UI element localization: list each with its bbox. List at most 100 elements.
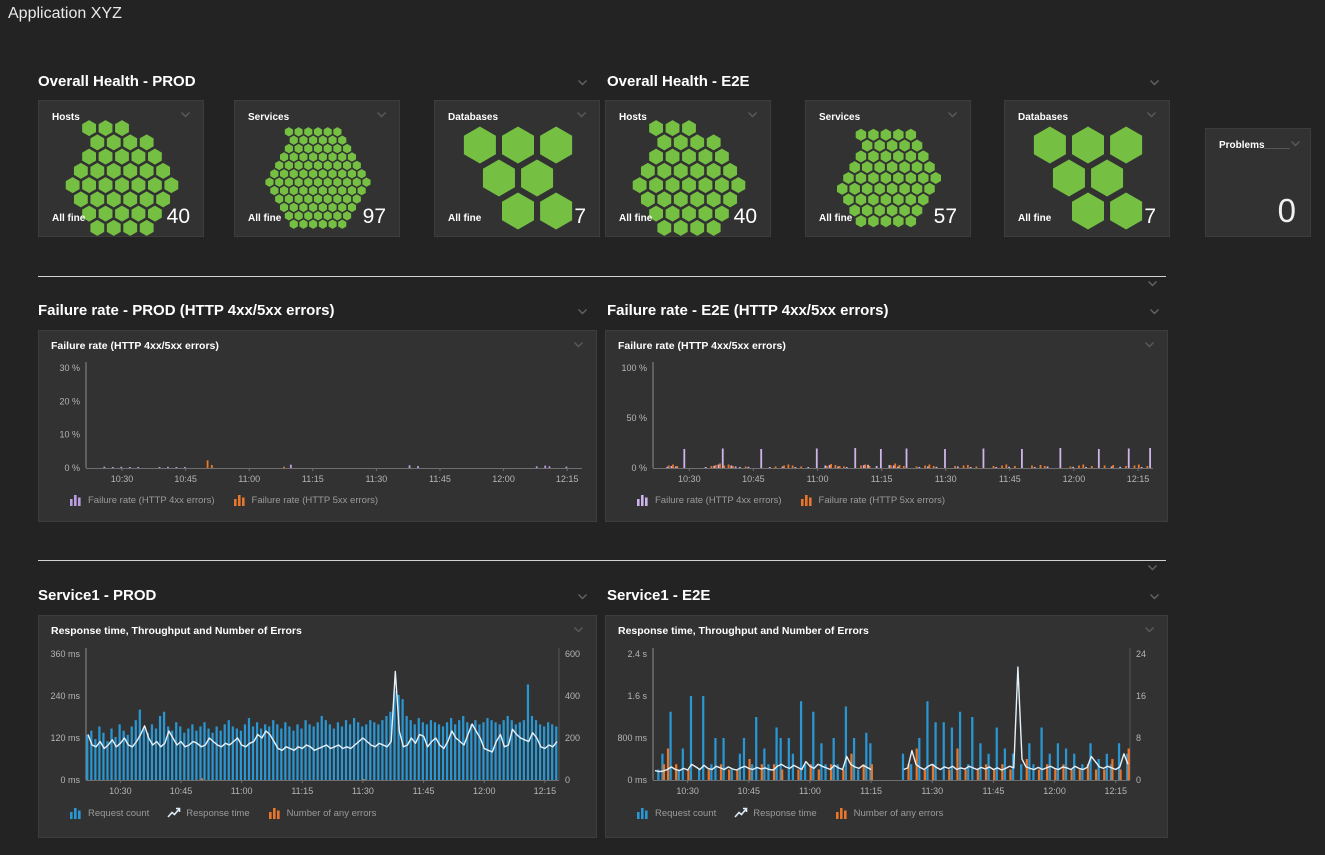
chevron-down-icon[interactable] bbox=[577, 79, 588, 86]
tile-count: 97 bbox=[363, 205, 386, 229]
legend-item[interactable]: Failure rate (HTTP 4xx errors) bbox=[636, 494, 782, 506]
svg-text:400: 400 bbox=[565, 691, 580, 701]
svg-text:11:00: 11:00 bbox=[807, 474, 829, 484]
tile-status: All fine bbox=[619, 213, 652, 224]
failure-rate-e2e-chart-tile[interactable]: Failure rate (HTTP 4xx/5xx errors) 0 %50… bbox=[605, 330, 1168, 522]
health-tile-databases-prod[interactable]: Databases All fine 7 bbox=[434, 100, 600, 237]
svg-text:600: 600 bbox=[565, 649, 580, 659]
svg-text:10:45: 10:45 bbox=[174, 474, 197, 484]
svg-text:11:45: 11:45 bbox=[413, 786, 435, 796]
legend-item[interactable]: Response time bbox=[734, 807, 816, 819]
legend-item[interactable]: Number of any errors bbox=[268, 807, 377, 819]
legend-item[interactable]: Failure rate (HTTP 4xx errors) bbox=[69, 494, 215, 506]
legend-item[interactable]: Request count bbox=[69, 807, 149, 819]
chevron-down-icon[interactable] bbox=[1147, 280, 1158, 287]
svg-text:11:30: 11:30 bbox=[365, 474, 387, 484]
section-header-failure-e2e: Failure rate - E2E (HTTP 4xx/5xx errors) bbox=[607, 302, 889, 319]
legend-label: Request count bbox=[655, 808, 716, 819]
chevron-down-icon[interactable] bbox=[1149, 308, 1160, 315]
section-header-overall-health-e2e: Overall Health - E2E bbox=[607, 73, 750, 90]
problems-count: 0 bbox=[1278, 192, 1296, 230]
chevron-down-icon[interactable] bbox=[1149, 79, 1160, 86]
legend-item[interactable]: Response time bbox=[167, 807, 249, 819]
service1-prod-plot: 0 ms120 ms240 ms360 ms020040060010:3010:… bbox=[39, 616, 596, 837]
legend-label: Failure rate (HTTP 5xx errors) bbox=[252, 495, 379, 506]
tile-title: Problems bbox=[1219, 140, 1265, 151]
health-tile-hosts-prod[interactable]: Hosts All fine 40 bbox=[38, 100, 204, 237]
chevron-down-icon[interactable] bbox=[577, 593, 588, 600]
svg-text:0 %: 0 % bbox=[64, 463, 80, 473]
chart-legend: Failure rate (HTTP 4xx errors) Failure ra… bbox=[69, 494, 378, 506]
svg-text:12:15: 12:15 bbox=[1104, 786, 1127, 796]
dashboard: Application XYZ Overall Health - PROD Ov… bbox=[0, 0, 1325, 855]
chevron-down-icon[interactable] bbox=[1149, 593, 1160, 600]
bar-series-icon bbox=[69, 494, 83, 506]
svg-text:10:45: 10:45 bbox=[742, 474, 765, 484]
tile-count: 7 bbox=[574, 205, 586, 229]
svg-text:11:30: 11:30 bbox=[921, 786, 943, 796]
section-header-overall-health-prod: Overall Health - PROD bbox=[38, 73, 196, 90]
section-divider bbox=[38, 276, 1166, 277]
svg-text:10:30: 10:30 bbox=[111, 474, 134, 484]
legend-label: Response time bbox=[186, 808, 249, 819]
service1-prod-chart-tile[interactable]: Response time, Throughput and Number of … bbox=[38, 615, 597, 838]
svg-text:11:00: 11:00 bbox=[231, 786, 253, 796]
page-title: Application XYZ bbox=[8, 5, 122, 23]
legend-label: Response time bbox=[753, 808, 816, 819]
service1-e2e-plot: 0 ms800 ms1.6 s2.4 s08162410:3010:4511:0… bbox=[606, 616, 1167, 837]
svg-text:800 ms: 800 ms bbox=[617, 733, 647, 743]
chevron-down-icon[interactable] bbox=[1147, 564, 1158, 571]
svg-text:11:45: 11:45 bbox=[429, 474, 451, 484]
service1-e2e-chart-tile[interactable]: Response time, Throughput and Number of … bbox=[605, 615, 1168, 838]
svg-text:10 %: 10 % bbox=[59, 430, 80, 440]
svg-text:11:45: 11:45 bbox=[982, 786, 1004, 796]
legend-label: Failure rate (HTTP 4xx errors) bbox=[655, 495, 782, 506]
tile-count: 7 bbox=[1144, 205, 1156, 229]
legend-item[interactable]: Request count bbox=[636, 807, 716, 819]
legend-label: Number of any errors bbox=[287, 808, 377, 819]
failure-rate-prod-chart-tile[interactable]: Failure rate (HTTP 4xx/5xx errors) 0 %10… bbox=[38, 330, 597, 522]
failure-rate-e2e-plot: 0 %50 %100 %10:3010:4511:0011:1511:3011:… bbox=[606, 331, 1167, 521]
svg-text:0 ms: 0 ms bbox=[60, 775, 80, 785]
problems-sparkline bbox=[1264, 148, 1290, 149]
bar-series-icon bbox=[233, 494, 247, 506]
chevron-down-icon[interactable] bbox=[577, 308, 588, 315]
svg-text:11:45: 11:45 bbox=[999, 474, 1021, 484]
health-tile-services-prod[interactable]: Services All fine 97 bbox=[234, 100, 400, 237]
svg-text:16: 16 bbox=[1136, 691, 1146, 701]
svg-text:11:15: 11:15 bbox=[860, 786, 882, 796]
legend-label: Failure rate (HTTP 5xx errors) bbox=[819, 495, 946, 506]
svg-text:12:15: 12:15 bbox=[1127, 474, 1150, 484]
section-divider bbox=[38, 560, 1166, 561]
problems-tile[interactable]: Problems 0 bbox=[1205, 128, 1311, 237]
tile-status: All fine bbox=[1018, 213, 1051, 224]
failure-rate-prod-plot: 0 %10 %20 %30 %10:3010:4511:0011:1511:30… bbox=[39, 331, 596, 521]
svg-text:120 ms: 120 ms bbox=[50, 733, 80, 743]
bar-series-icon bbox=[835, 807, 849, 819]
legend-item[interactable]: Number of any errors bbox=[835, 807, 944, 819]
tile-status: All fine bbox=[52, 213, 85, 224]
chart-legend: Request count Response time Number of any … bbox=[636, 807, 943, 819]
svg-text:11:00: 11:00 bbox=[799, 786, 821, 796]
svg-text:0 ms: 0 ms bbox=[627, 775, 647, 785]
bar-series-icon bbox=[636, 807, 650, 819]
health-tile-databases-e2e[interactable]: Databases All fine 7 bbox=[1004, 100, 1170, 237]
tile-count: 40 bbox=[734, 205, 757, 229]
tile-status: All fine bbox=[819, 213, 852, 224]
legend-item[interactable]: Failure rate (HTTP 5xx errors) bbox=[233, 494, 379, 506]
svg-text:360 ms: 360 ms bbox=[50, 649, 80, 659]
svg-text:10:45: 10:45 bbox=[170, 786, 193, 796]
health-tile-hosts-e2e[interactable]: Hosts All fine 40 bbox=[605, 100, 771, 237]
svg-text:10:45: 10:45 bbox=[738, 786, 761, 796]
tile-count: 40 bbox=[167, 205, 190, 229]
chevron-down-icon[interactable] bbox=[1290, 140, 1301, 147]
svg-text:12:15: 12:15 bbox=[556, 474, 579, 484]
svg-text:12:00: 12:00 bbox=[492, 474, 515, 484]
tile-count: 57 bbox=[934, 205, 957, 229]
health-tile-services-e2e[interactable]: Services All fine 57 bbox=[805, 100, 971, 237]
legend-item[interactable]: Failure rate (HTTP 5xx errors) bbox=[800, 494, 946, 506]
tile-status: All fine bbox=[448, 213, 481, 224]
svg-text:12:00: 12:00 bbox=[1043, 786, 1066, 796]
svg-text:10:30: 10:30 bbox=[109, 786, 132, 796]
section-header-service1-prod: Service1 - PROD bbox=[38, 587, 156, 604]
